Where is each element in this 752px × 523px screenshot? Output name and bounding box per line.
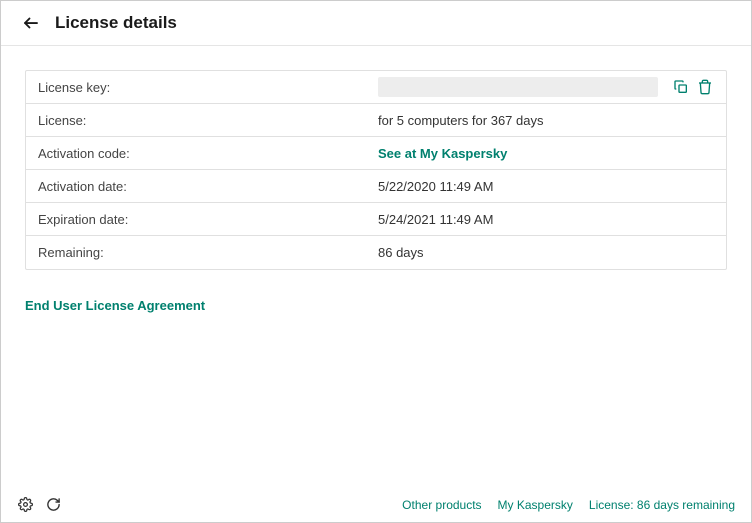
table-row: Activation code: See at My Kaspersky: [26, 137, 726, 170]
row-label-remaining: Remaining:: [38, 245, 378, 260]
content-area: License key:: [1, 46, 751, 486]
row-value-expiration-date: 5/24/2021 11:49 AM: [378, 212, 714, 227]
table-row: License key:: [26, 71, 726, 104]
eula-link[interactable]: End User License Agreement: [25, 298, 205, 313]
row-label-license: License:: [38, 113, 378, 128]
copy-icon: [673, 79, 689, 95]
footer: Other products My Kaspersky License: 86 …: [1, 486, 751, 522]
row-label-license-key: License key:: [38, 80, 378, 95]
table-row: License: for 5 computers for 367 days: [26, 104, 726, 137]
table-row: Remaining: 86 days: [26, 236, 726, 269]
page-title: License details: [55, 13, 177, 33]
my-kaspersky-link[interactable]: My Kaspersky: [498, 498, 573, 512]
row-value-license-key: [378, 77, 714, 97]
gear-icon: [18, 497, 33, 512]
license-table: License key:: [25, 70, 727, 270]
row-value-activation-date: 5/22/2020 11:49 AM: [378, 179, 714, 194]
table-row: Activation date: 5/22/2020 11:49 AM: [26, 170, 726, 203]
refresh-icon: [46, 497, 61, 512]
footer-left: [17, 497, 61, 513]
arrow-left-icon: [22, 14, 40, 32]
footer-right: Other products My Kaspersky License: 86 …: [402, 498, 735, 512]
sync-button[interactable]: [45, 497, 61, 513]
row-label-activation-date: Activation date:: [38, 179, 378, 194]
row-label-expiration-date: Expiration date:: [38, 212, 378, 227]
row-value-remaining: 86 days: [378, 245, 714, 260]
header: License details: [1, 1, 751, 46]
license-details-window: License details License key:: [0, 0, 752, 523]
back-button[interactable]: [21, 13, 41, 33]
activation-code-link[interactable]: See at My Kaspersky: [378, 146, 714, 161]
license-key-masked: [378, 77, 658, 97]
trash-icon: [697, 79, 713, 95]
row-label-activation-code: Activation code:: [38, 146, 378, 161]
delete-button[interactable]: [696, 78, 714, 96]
copy-button[interactable]: [672, 78, 690, 96]
other-products-link[interactable]: Other products: [402, 498, 481, 512]
table-row: Expiration date: 5/24/2021 11:49 AM: [26, 203, 726, 236]
license-remaining-link[interactable]: License: 86 days remaining: [589, 498, 735, 512]
settings-button[interactable]: [17, 497, 33, 513]
row-value-license: for 5 computers for 367 days: [378, 113, 714, 128]
